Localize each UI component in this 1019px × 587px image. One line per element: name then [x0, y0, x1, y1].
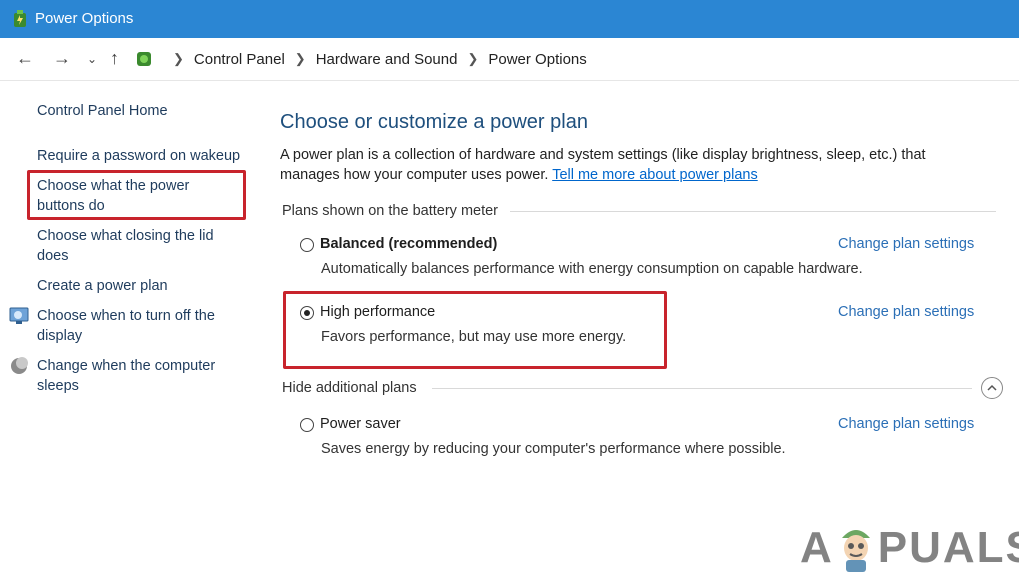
radio-high-performance[interactable] — [300, 306, 314, 320]
plan-name-high-performance[interactable]: High performance — [320, 304, 435, 320]
sidebar-item-create-power-plan[interactable]: Create a power plan — [37, 276, 168, 296]
sidebar-item-control-panel-home[interactable]: Control Panel Home — [37, 101, 168, 121]
sidebar-item-label: Choose what closing the lid — [37, 228, 214, 244]
highlight-box-power-buttons — [27, 170, 246, 220]
sidebar-item-closing-lid[interactable]: Choose what closing the lid does — [37, 226, 214, 266]
sleep-moon-icon — [11, 357, 28, 374]
plan-name-balanced[interactable]: Balanced (recommended) — [320, 236, 497, 252]
change-plan-settings-high-performance[interactable]: Change plan settings — [838, 304, 974, 320]
breadcrumb-separator-icon: ❯ — [467, 51, 479, 66]
sidebar-item-label: sleeps — [37, 378, 79, 394]
display-monitor-icon — [9, 307, 29, 324]
sidebar-item-label: Create a power plan — [37, 278, 168, 294]
power-options-icon — [14, 10, 26, 27]
plan-desc-high-performance: Favors performance, but may use more ene… — [321, 329, 627, 345]
sidebar-item-label: does — [37, 248, 69, 264]
up-arrow-icon[interactable]: ↑ — [110, 48, 119, 69]
sidebar-item-label: display — [37, 328, 83, 344]
title-bar: Power Options — [0, 0, 1019, 38]
breadcrumb-control-panel[interactable]: Control Panel — [194, 51, 285, 68]
window-title: Power Options — [35, 10, 134, 27]
plan-desc-balanced: Automatically balances performance with … — [321, 261, 863, 277]
radio-power-saver[interactable] — [300, 418, 314, 432]
sidebar-item-label: Require a password on wakeup — [37, 148, 241, 164]
change-plan-settings-balanced[interactable]: Change plan settings — [838, 236, 974, 252]
page-description: A power plan is a collection of hardware… — [280, 145, 980, 185]
back-arrow-icon[interactable]: ← — [16, 48, 34, 69]
change-plan-settings-power-saver[interactable]: Change plan settings — [838, 416, 974, 432]
learn-more-link[interactable]: Tell me more about power plans — [552, 167, 758, 183]
control-panel-icon — [137, 52, 151, 66]
address-bar: ← → ⌄ ↑ ❯ Control Panel ❯ Hardware and S… — [0, 38, 1019, 81]
sidebar-item-turn-off-display[interactable]: Choose when to turn off the display — [37, 306, 215, 346]
section-divider — [432, 388, 972, 389]
breadcrumb-power-options[interactable]: Power Options — [488, 51, 586, 68]
recent-locations-chevron-icon[interactable]: ⌄ — [87, 52, 97, 66]
sidebar-item-require-password[interactable]: Require a password on wakeup — [37, 146, 240, 166]
appuals-watermark: A PUALS — [800, 520, 1019, 576]
forward-arrow-icon[interactable]: → — [53, 48, 71, 69]
breadcrumb-separator-icon: ❯ — [294, 51, 306, 66]
plan-name-power-saver[interactable]: Power saver — [320, 416, 401, 432]
battery-meter-section-label: Plans shown on the battery meter — [282, 203, 499, 219]
sidebar-item-label: Choose when to turn off the — [37, 308, 215, 324]
watermark-text-right: PUALS — [877, 523, 1019, 572]
radio-balanced[interactable] — [300, 238, 314, 252]
chevron-up-icon — [987, 384, 997, 391]
page-title: Choose or customize a power plan — [280, 111, 588, 133]
plan-desc-power-saver: Saves energy by reducing your computer's… — [321, 441, 786, 457]
breadcrumb-hardware-and-sound[interactable]: Hardware and Sound — [316, 51, 458, 68]
section-divider — [510, 211, 996, 212]
breadcrumb: ❯ Control Panel ❯ Hardware and Sound ❯ P… — [135, 48, 587, 70]
breadcrumb-separator-icon: ❯ — [173, 51, 184, 66]
sidebar-item-label: Change when the computer — [37, 358, 216, 374]
mascot-logo-icon — [841, 530, 870, 572]
sidebar-item-computer-sleeps[interactable]: Change when the computer sleeps — [37, 356, 215, 396]
collapse-chevron-up-icon[interactable] — [981, 377, 1003, 399]
watermark-text-left: A — [800, 523, 834, 572]
hidden-plans-section-label: Hide additional plans — [282, 380, 417, 396]
